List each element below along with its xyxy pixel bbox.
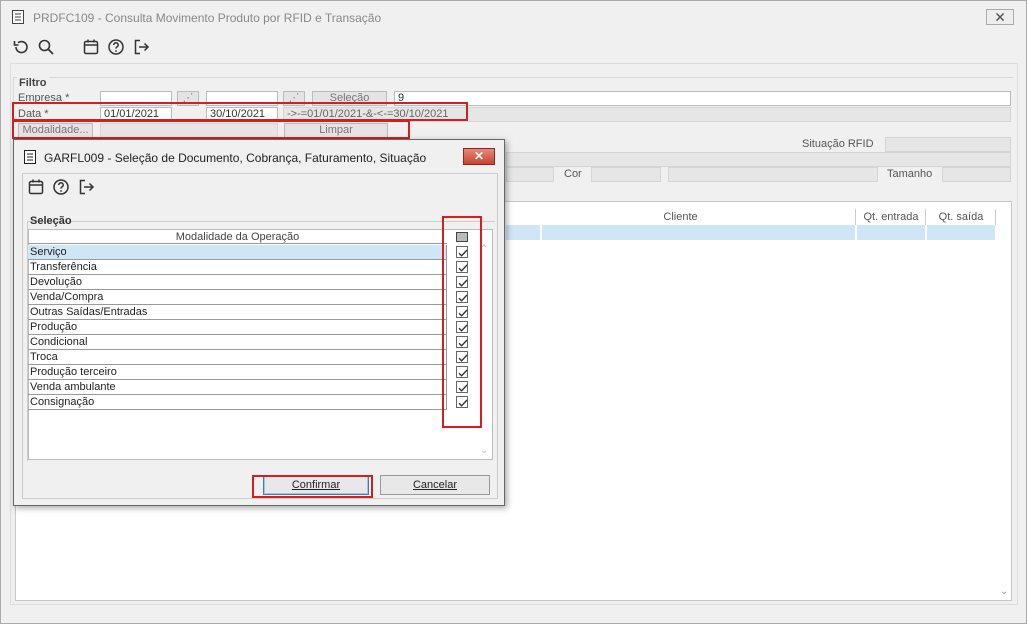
modalidade-column-header[interactable]: Modalidade da Operação bbox=[28, 230, 447, 244]
tamanho-label: Tamanho bbox=[887, 168, 933, 180]
dialog-toolbar bbox=[26, 177, 101, 197]
tamanho-field bbox=[942, 167, 1011, 182]
grid-selected-cell[interactable] bbox=[506, 225, 541, 240]
list-item[interactable]: Transferência bbox=[28, 260, 447, 275]
list-item[interactable]: Venda/Compra bbox=[28, 290, 447, 305]
grid-scrollbar[interactable]: ⌄ bbox=[997, 225, 1011, 599]
grid-selected-cell[interactable] bbox=[927, 225, 996, 240]
empresa-value: 9 bbox=[394, 91, 1011, 106]
help-icon[interactable] bbox=[106, 37, 126, 57]
exit-icon[interactable] bbox=[76, 177, 96, 197]
cor-label: Cor bbox=[564, 168, 582, 180]
list-item[interactable]: Serviço bbox=[28, 245, 447, 260]
list-item[interactable]: Condicional bbox=[28, 335, 447, 350]
dialog-title: GARFL009 - Seleção de Documento, Cobranç… bbox=[44, 151, 427, 165]
list-item[interactable]: Outras Saídas/Entradas bbox=[28, 305, 447, 320]
situacao-rfid-field bbox=[885, 137, 1011, 152]
column-header-cliente[interactable]: Cliente bbox=[506, 209, 856, 225]
help-icon[interactable] bbox=[51, 177, 71, 197]
list-item[interactable]: Produção terceiro bbox=[28, 365, 447, 380]
window-title: PRDFC109 - Consulta Movimento Produto po… bbox=[33, 11, 382, 25]
list-item[interactable]: Consignação bbox=[28, 395, 447, 410]
grid-selected-cell[interactable] bbox=[857, 225, 926, 240]
column-header-qt-saida[interactable]: Qt. saída bbox=[927, 209, 996, 225]
cancel-label: Cancelar bbox=[412, 479, 458, 491]
modalidade-highlight bbox=[12, 120, 410, 139]
scroll-down-icon[interactable]: ⌄ bbox=[1000, 586, 1008, 597]
document-icon bbox=[24, 150, 36, 167]
filter-field-a bbox=[506, 167, 554, 182]
undo-icon[interactable] bbox=[11, 37, 31, 57]
window-close-button[interactable]: 🗙 bbox=[986, 9, 1014, 25]
checkbox-column-highlight bbox=[442, 216, 482, 428]
grid-selected-cell[interactable] bbox=[542, 225, 856, 240]
document-icon bbox=[12, 10, 24, 27]
cancel-button[interactable]: Cancelar bbox=[380, 475, 490, 495]
cor-field bbox=[591, 167, 661, 182]
filter-field-b bbox=[668, 167, 878, 182]
exit-icon[interactable] bbox=[131, 37, 151, 57]
list-item[interactable]: Troca bbox=[28, 350, 447, 365]
data-highlight bbox=[12, 102, 468, 121]
main-toolbar bbox=[11, 37, 156, 59]
selection-dialog: GARFL009 - Seleção de Documento, Cobranç… bbox=[13, 139, 505, 506]
list-item[interactable]: Produção bbox=[28, 320, 447, 335]
scroll-down-icon[interactable]: ⌄ bbox=[480, 445, 488, 456]
dialog-close-button[interactable]: ✕ bbox=[463, 148, 495, 165]
list-item[interactable]: Devolução bbox=[28, 275, 447, 290]
confirm-highlight bbox=[252, 475, 373, 498]
calendar-icon[interactable] bbox=[26, 177, 46, 197]
title-bar: PRDFC109 - Consulta Movimento Produto po… bbox=[1, 1, 1026, 34]
search-icon[interactable] bbox=[36, 37, 56, 57]
filter-row-field bbox=[506, 152, 1011, 167]
selection-legend: Seleção bbox=[30, 215, 72, 227]
dialog-title-bar: GARFL009 - Seleção de Documento, Cobranç… bbox=[14, 140, 504, 173]
column-header-qt-entrada[interactable]: Qt. entrada bbox=[857, 209, 926, 225]
calendar-icon[interactable] bbox=[81, 37, 101, 57]
situacao-rfid-label: Situação RFID bbox=[802, 138, 874, 150]
list-item[interactable]: Venda ambulante bbox=[28, 380, 447, 395]
filtro-legend: Filtro bbox=[17, 77, 49, 89]
